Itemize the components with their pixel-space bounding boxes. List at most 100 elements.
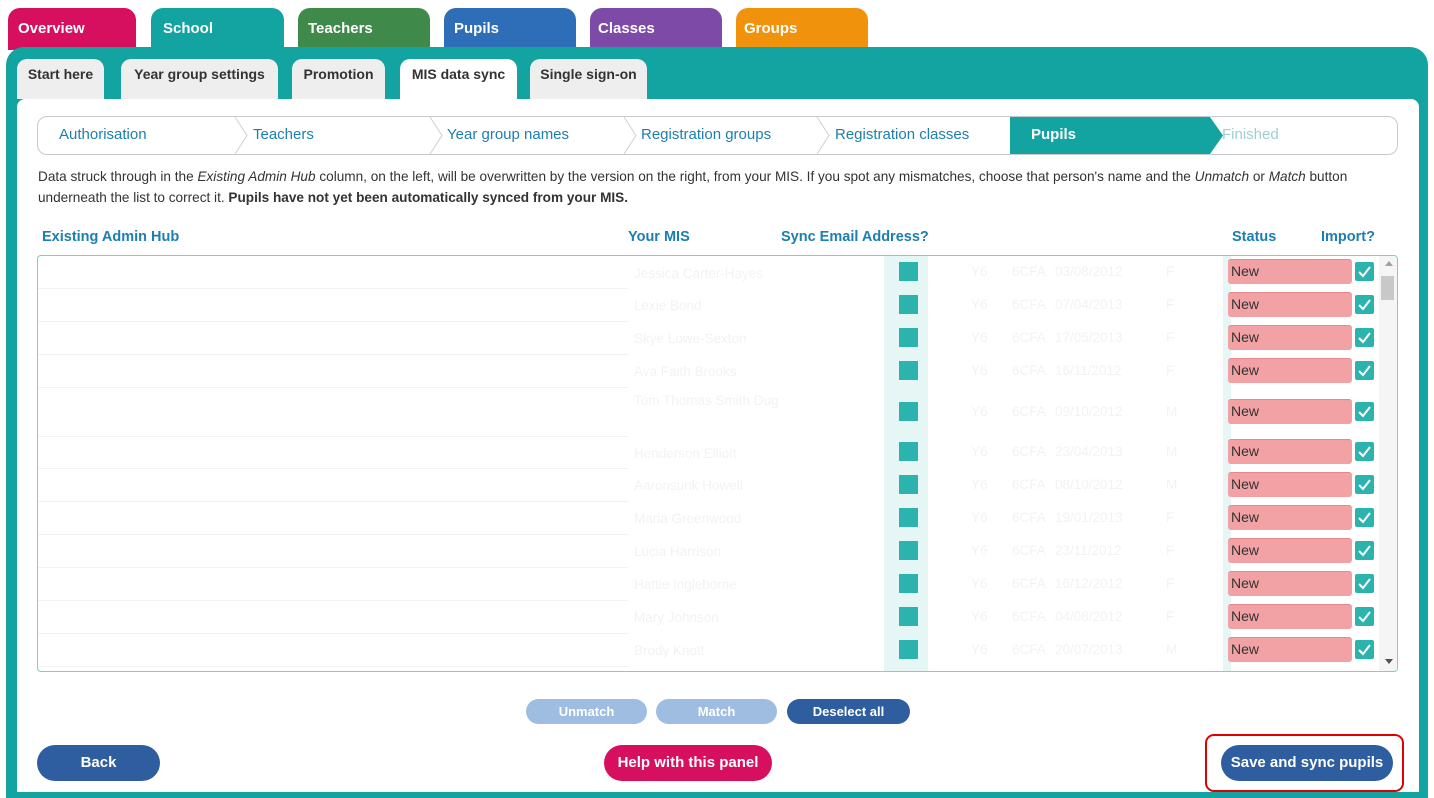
import-checkbox[interactable] (1355, 442, 1374, 461)
sync-email-checkbox[interactable] (899, 360, 918, 380)
import-checkbox[interactable] (1355, 401, 1374, 421)
import-checkbox[interactable] (1355, 360, 1374, 380)
status-badge: New (1228, 570, 1352, 596)
table-row[interactable]: Tom Thomas Smith Dug Y6 6CFA 09/10/2012 M New (38, 387, 1378, 436)
tab-pupils[interactable]: Pupils (444, 8, 576, 50)
sync-email-checkbox[interactable] (899, 442, 918, 461)
scroll-up-icon[interactable] (1385, 261, 1393, 266)
table-row[interactable]: Aaronsunk Howell Y6 6CFA 08/10/2012 M New (38, 468, 1378, 501)
status-badge: New (1228, 636, 1352, 662)
subtab-promotion[interactable]: Promotion (292, 59, 385, 99)
mis-pupil-dob: 23/04/2013 (1055, 444, 1123, 459)
sync-email-checkbox[interactable] (899, 401, 918, 421)
unmatch-button[interactable]: Unmatch (526, 699, 647, 724)
mis-pupil-form: 6CFA (1012, 329, 1046, 345)
tab-classes[interactable]: Classes (590, 8, 722, 50)
mis-pupil-form: 6CFA (1012, 403, 1046, 419)
sync-email-checkbox[interactable] (899, 294, 918, 314)
mis-pupil-dob: 03/08/2012 (1055, 264, 1123, 279)
table-row[interactable]: Mary Johnson Y6 6CFA 04/08/2012 F New (38, 600, 1378, 633)
status-badge: New (1228, 357, 1352, 383)
step-registration-classes[interactable]: Registration classes (835, 117, 969, 154)
table-row[interactable]: Henderson Elliott Y6 6CFA 23/04/2013 M New (38, 436, 1378, 468)
sync-email-checkbox[interactable] (899, 262, 918, 281)
list-scrollbar[interactable] (1379, 256, 1397, 671)
step-authorisation[interactable]: Authorisation (59, 117, 147, 154)
scroll-thumb[interactable] (1381, 276, 1394, 300)
mis-pupil-name: Brody Knott (634, 643, 705, 658)
table-row[interactable]: Lexie Bond Y6 6CFA 07/04/2013 F New (38, 288, 1378, 321)
back-button[interactable]: Back (37, 745, 160, 781)
sync-email-checkbox[interactable] (899, 606, 918, 626)
import-checkbox[interactable] (1355, 262, 1374, 281)
table-row[interactable]: Ava Faith Brooks Y6 6CFA 16/11/2012 F New (38, 354, 1378, 387)
subtab-year-group-settings[interactable]: Year group settings (121, 59, 278, 99)
checkmark-icon (1358, 446, 1371, 458)
sync-email-checkbox[interactable] (899, 474, 918, 494)
subtab-mis-data-sync[interactable]: MIS data sync (400, 59, 517, 100)
import-checkbox[interactable] (1355, 606, 1374, 626)
tab-school[interactable]: School (151, 8, 284, 50)
tab-groups[interactable]: Groups (736, 8, 868, 50)
table-row[interactable]: Hattie Ingleborne Y6 6CFA 16/12/2012 F New (38, 567, 1378, 600)
sync-email-checkbox[interactable] (899, 639, 918, 659)
table-row[interactable]: Brody Knott Y6 6CFA 20/07/2013 M New (38, 633, 1378, 666)
import-checkbox[interactable] (1355, 294, 1374, 314)
step-pupils[interactable]: Pupils (1010, 117, 1210, 154)
highlight-outline (1205, 734, 1404, 792)
mis-pupil-form: 6CFA (1012, 476, 1046, 492)
step-teachers[interactable]: Teachers (253, 117, 314, 154)
match-button[interactable]: Match (656, 699, 777, 724)
mis-pupil-name: Hattie Ingleborne (634, 577, 737, 592)
tab-overview[interactable]: Overview (8, 8, 136, 50)
sync-email-checkbox[interactable] (899, 327, 918, 347)
mis-pupil-year: Y6 (971, 509, 988, 525)
step-separator-icon (623, 117, 637, 154)
import-checkbox[interactable] (1355, 573, 1374, 593)
mis-pupil-dob: 08/10/2012 (1055, 476, 1123, 492)
table-row[interactable]: Lucia Harrison Y6 6CFA 23/11/2012 F New (38, 534, 1378, 567)
table-row[interactable]: Jessica Carter-Hayes Y6 6CFA 03/08/2012 F New (38, 256, 1378, 288)
pupil-match-list[interactable]: Jessica Carter-Hayes Y6 6CFA 03/08/2012 F New… (37, 255, 1398, 672)
sync-instructions: Data struck through in the Existing Admi… (38, 169, 1348, 205)
status-badge: New (1228, 504, 1352, 530)
mis-pupil-form: 6CFA (1012, 264, 1046, 279)
mis-pupil-gender: M (1166, 641, 1178, 657)
step-year-group-names[interactable]: Year group names (447, 117, 569, 154)
subtab-single-sign-on[interactable]: Single sign-on (530, 59, 647, 99)
help-button[interactable]: Help with this panel (604, 745, 772, 781)
step-separator-icon (234, 117, 248, 154)
mis-pupil-year: Y6 (971, 476, 988, 492)
mis-pupil-dob: 07/04/2013 (1055, 296, 1123, 312)
scroll-down-icon[interactable] (1385, 659, 1393, 664)
sync-email-checkbox[interactable] (899, 507, 918, 527)
mis-pupil-gender: F (1166, 509, 1175, 525)
table-row[interactable]: Maria Greenwood Y6 6CFA 19/01/2013 F New (38, 501, 1378, 534)
table-row[interactable]: Skye Lowe-Sexton Y6 6CFA 17/05/2013 F New (38, 321, 1378, 354)
sync-email-checkbox[interactable] (899, 573, 918, 593)
status-badge: New (1228, 537, 1352, 563)
mis-pupil-dob: 04/08/2012 (1055, 608, 1123, 624)
mis-pupil-gender: M (1166, 476, 1178, 492)
import-checkbox[interactable] (1355, 639, 1374, 659)
sync-email-checkbox[interactable] (899, 540, 918, 560)
status-badge: New (1228, 259, 1352, 284)
subtab-start-here[interactable]: Start here (17, 59, 104, 99)
mis-pupil-name: Ava Faith Brooks (634, 364, 737, 379)
mis-pupil-year: Y6 (971, 542, 988, 558)
deselect-all-button[interactable]: Deselect all (787, 699, 910, 724)
tab-teachers[interactable]: Teachers (298, 8, 430, 50)
import-checkbox[interactable] (1355, 507, 1374, 527)
mis-pupil-gender: M (1166, 444, 1178, 459)
mis-pupil-name: Henderson Elliott (634, 446, 737, 461)
import-checkbox[interactable] (1355, 327, 1374, 347)
import-checkbox[interactable] (1355, 474, 1374, 494)
mis-pupil-dob: 16/11/2012 (1055, 362, 1122, 378)
mis-pupil-year: Y6 (971, 362, 988, 378)
step-separator-icon (816, 117, 830, 154)
mis-pupil-form: 6CFA (1012, 296, 1046, 312)
checkmark-icon (1358, 478, 1371, 491)
column-status: Status (1232, 229, 1277, 245)
step-registration-groups[interactable]: Registration groups (641, 117, 771, 154)
import-checkbox[interactable] (1355, 540, 1374, 560)
